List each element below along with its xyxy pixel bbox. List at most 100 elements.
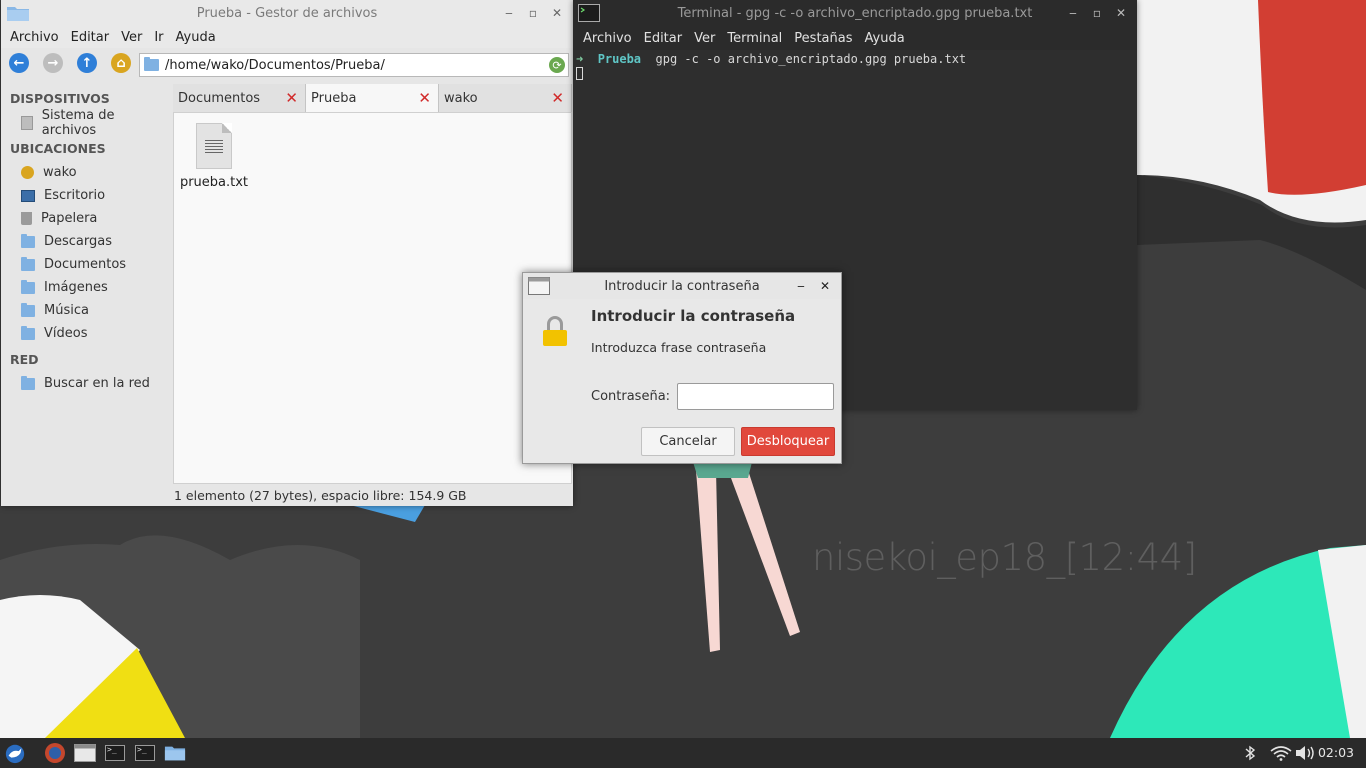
sidebar-item-label: wako [43, 165, 77, 180]
password-dialog: Introducir la contraseña ‒ ✕ Introducir … [522, 272, 842, 464]
menu-editar[interactable]: Editar [66, 30, 115, 45]
menu-terminal[interactable]: Terminal [722, 31, 787, 46]
minimize-button[interactable]: ‒ [499, 3, 519, 23]
sidebar-item-label: Escritorio [44, 188, 106, 203]
back-button[interactable]: ← [5, 50, 33, 76]
close-tab-icon[interactable]: ✕ [551, 89, 564, 107]
bluetooth-icon[interactable] [1244, 738, 1256, 768]
text-file-icon [196, 123, 232, 169]
forward-button[interactable]: → [39, 50, 67, 76]
menu-ir[interactable]: Ir [149, 30, 168, 45]
prompt-line: ➜ Prueba gpg -c -o archivo_encriptado.gp… [576, 52, 966, 66]
taskbar-window-button[interactable] [74, 742, 96, 764]
dialog-titlebar[interactable]: Introducir la contraseña ‒ ✕ [523, 273, 841, 299]
text-cursor [576, 67, 583, 80]
sidebar-item-videos[interactable]: Vídeos [3, 322, 170, 345]
prompt-directory: Prueba [597, 52, 642, 66]
sidebar-item-documentos[interactable]: Documentos [3, 253, 170, 276]
maximize-button[interactable]: ▫ [1087, 3, 1107, 23]
menu-archivo[interactable]: Archivo [5, 30, 64, 45]
close-tab-icon[interactable]: ✕ [285, 89, 298, 107]
sidebar-item-label: Papelera [41, 211, 98, 226]
taskbar-file-manager-button[interactable] [164, 742, 186, 764]
parent-folder-button[interactable]: ↑ [73, 50, 101, 76]
terminal-titlebar[interactable]: Terminal - gpg -c -o archivo_encriptado.… [573, 0, 1137, 26]
file-item[interactable]: prueba.txt [178, 123, 250, 190]
home-button[interactable]: ⌂ [107, 50, 135, 76]
password-label: Contraseña: [591, 389, 671, 404]
taskbar-terminal-button-2[interactable]: >_ [134, 742, 156, 764]
menu-pestanas[interactable]: Pestañas [789, 31, 857, 46]
sidebar-item-label: Descargas [44, 234, 113, 249]
reload-icon[interactable]: ⟳ [549, 57, 565, 73]
prompt-arrow: ➜ [576, 52, 584, 66]
status-bar: 1 elemento (27 bytes), espacio libre: 15… [173, 485, 572, 505]
volume-icon[interactable] [1295, 738, 1317, 768]
close-button[interactable]: ✕ [547, 3, 567, 23]
minimize-button[interactable]: ‒ [791, 276, 811, 296]
desktop-icon [21, 189, 35, 202]
menu-editar[interactable]: Editar [639, 31, 688, 46]
arrow-right-icon: → [43, 53, 63, 73]
cancel-button[interactable]: Cancelar [641, 427, 735, 456]
tab-wako[interactable]: wako ✕ [439, 84, 572, 112]
sidebar-item-musica[interactable]: Música [3, 299, 170, 322]
file-name: prueba.txt [179, 175, 249, 190]
sidebar-item-imagenes[interactable]: Imágenes [3, 276, 170, 299]
file-manager-menubar: Archivo Editar Ver Ir Ayuda [1, 26, 573, 48]
sidebar-item-papelera[interactable]: Papelera [3, 207, 170, 230]
menu-archivo[interactable]: Archivo [578, 31, 637, 46]
close-button[interactable]: ✕ [1111, 3, 1131, 23]
taskbar-browser-button[interactable] [44, 742, 66, 764]
terminal-command: gpg -c -o archivo_encriptado.gpg prueba.… [655, 52, 967, 66]
tab-label: wako [444, 90, 478, 106]
minimize-button[interactable]: ‒ [1063, 3, 1083, 23]
whisker-menu-button[interactable] [4, 742, 26, 764]
sidebar-item-label: Vídeos [44, 326, 88, 341]
menu-ayuda[interactable]: Ayuda [860, 31, 910, 46]
sidebar-item-escritorio[interactable]: Escritorio [3, 184, 170, 207]
unlock-button[interactable]: Desbloquear [741, 427, 835, 456]
password-input[interactable] [677, 383, 834, 410]
window-icon [74, 744, 96, 762]
tab-prueba[interactable]: Prueba ✕ [306, 84, 439, 112]
drive-icon [21, 115, 33, 130]
sidebar-item-wako[interactable]: wako [3, 161, 170, 184]
sidebar-item-network[interactable]: Buscar en la red [3, 372, 170, 395]
close-button[interactable]: ✕ [815, 276, 835, 296]
location-path: /home/wako/Documentos/Prueba/ [165, 57, 385, 73]
home-icon [21, 166, 34, 179]
menu-ver[interactable]: Ver [689, 31, 720, 46]
close-tab-icon[interactable]: ✕ [418, 89, 431, 107]
location-bar[interactable]: /home/wako/Documentos/Prueba/ ⟳ [139, 53, 569, 77]
sidebar-item-label: Documentos [44, 257, 127, 272]
terminal-icon: >_ [105, 745, 125, 761]
file-view[interactable]: prueba.txt [173, 112, 572, 484]
folder-icon [164, 746, 186, 761]
folder-icon [7, 7, 29, 21]
trash-icon [21, 212, 32, 225]
xfce-mouse-icon [5, 744, 25, 764]
terminal-menubar: Archivo Editar Ver Terminal Pestañas Ayu… [573, 26, 1137, 50]
dialog-description: Introduzca frase contraseña [591, 340, 767, 355]
firefox-icon [45, 743, 65, 763]
taskbar-clock[interactable]: 02:03 [1318, 745, 1354, 760]
terminal-icon [578, 4, 600, 22]
menu-ver[interactable]: Ver [116, 30, 147, 45]
wifi-icon[interactable] [1270, 738, 1292, 768]
tab-documentos[interactable]: Documentos ✕ [173, 84, 306, 112]
file-manager-tabs: Documentos ✕ Prueba ✕ wako ✕ [173, 84, 572, 112]
sidebar-item-label: Sistema de archivos [41, 107, 115, 138]
sidebar-item-descargas[interactable]: Descargas [3, 230, 170, 253]
window-title: Prueba - Gestor de archivos [196, 5, 378, 21]
tab-label: Documentos [178, 90, 261, 106]
maximize-button[interactable]: ▫ [523, 3, 543, 23]
home-icon: ⌂ [111, 53, 131, 73]
downloads-folder-icon [21, 233, 35, 248]
sidebar-item-filesystem[interactable]: Sistema de archivos [3, 108, 170, 138]
sidebar-heading-network: RED [10, 352, 39, 367]
file-manager-titlebar[interactable]: Prueba - Gestor de archivos ‒ ▫ ✕ [1, 0, 573, 26]
taskbar-terminal-button[interactable]: >_ [104, 742, 126, 764]
menu-ayuda[interactable]: Ayuda [171, 30, 221, 45]
sidebar-item-label: Música [44, 303, 89, 318]
